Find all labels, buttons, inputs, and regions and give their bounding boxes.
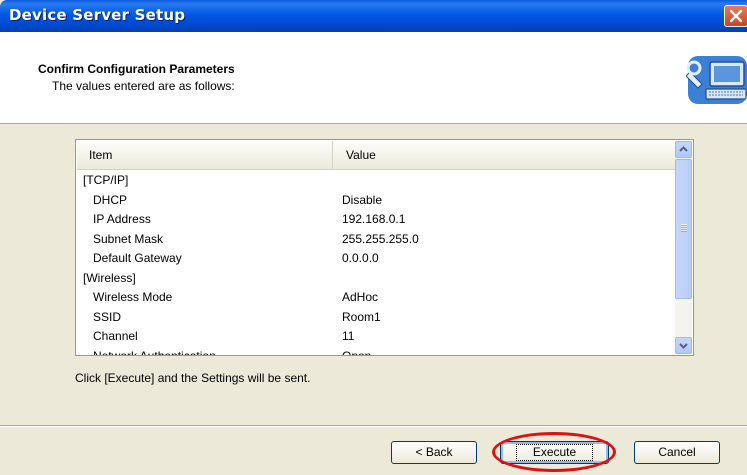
row-value: Room1 (342, 309, 381, 324)
vertical-scrollbar[interactable] (675, 141, 692, 354)
row-value: 0.0.0.0 (342, 251, 379, 265)
footer-divider (0, 425, 747, 427)
back-button-label: < Back (415, 445, 453, 459)
row-item: Default Gateway (93, 251, 182, 265)
chevron-up-icon (679, 146, 688, 152)
scroll-thumb[interactable] (675, 159, 692, 299)
close-button[interactable] (724, 5, 747, 27)
row-item: Network Authentication (93, 348, 216, 356)
list-row[interactable]: [TCP/IP] (77, 171, 675, 191)
grip-icon (681, 224, 687, 232)
row-item: DHCP (93, 192, 128, 207)
list-header: Item Value (77, 141, 675, 170)
column-header-item[interactable]: Item (77, 141, 333, 169)
list-row[interactable]: DHCP Disable (77, 191, 675, 211)
list-row[interactable]: Channel 11 (77, 327, 675, 347)
title-bar[interactable]: Device Server Setup (0, 0, 747, 32)
back-button[interactable]: < Back (391, 441, 477, 464)
scroll-up-button[interactable] (675, 141, 692, 158)
row-item: Wireless Mode (93, 290, 173, 304)
scroll-down-button[interactable] (675, 337, 692, 354)
list-row[interactable]: IP Address 192.168.0.1 (77, 210, 675, 230)
instruction-text: Click [Execute] and the Settings will be… (75, 371, 311, 385)
close-icon (729, 9, 743, 23)
row-value: Disable (342, 192, 383, 207)
row-value: AdHoc (342, 290, 379, 304)
list-rows: [TCP/IP] DHCP Disable IP Address 192.168… (77, 171, 675, 356)
list-row[interactable]: [Wireless] (77, 269, 675, 289)
list-row[interactable]: SSID Room1 (77, 308, 675, 328)
execute-highlight-circle (492, 432, 616, 472)
list-row[interactable]: Wireless Mode AdHoc (77, 288, 675, 308)
row-value: Open (342, 348, 372, 356)
window-title: Device Server Setup (9, 6, 186, 24)
chevron-down-icon (679, 343, 688, 349)
row-item: IP Address (93, 212, 151, 226)
row-value: 192.168.0.1 (342, 212, 406, 226)
setup-dialog: Device Server Setup Confirm Configuratio… (0, 0, 747, 475)
row-value: 11 (342, 329, 355, 343)
column-header-value[interactable]: Value (333, 141, 675, 169)
row-item: [TCP/IP] (83, 173, 129, 187)
list-row[interactable]: Subnet Mask 255.255.255.0 (77, 230, 675, 250)
wizard-header: Confirm Configuration Parameters The val… (0, 32, 747, 124)
computer-wrench-icon (686, 56, 747, 104)
cancel-button[interactable]: Cancel (634, 441, 720, 464)
parameters-list[interactable]: Item Value [TCP/IP] DHCP Disable IP Addr… (75, 139, 694, 356)
row-item: Channel (93, 329, 138, 343)
page-subtitle: The values entered are as follows: (52, 79, 235, 93)
row-item: Subnet Mask (93, 231, 164, 246)
row-item: SSID (93, 309, 122, 324)
list-row[interactable]: Default Gateway 0.0.0.0 (77, 249, 675, 269)
cancel-button-label: Cancel (658, 445, 696, 459)
row-item: [Wireless] (83, 270, 136, 285)
row-value: 255.255.255.0 (342, 231, 419, 246)
page-title: Confirm Configuration Parameters (38, 62, 235, 76)
list-row[interactable]: Network Authentication Open (77, 347, 675, 356)
